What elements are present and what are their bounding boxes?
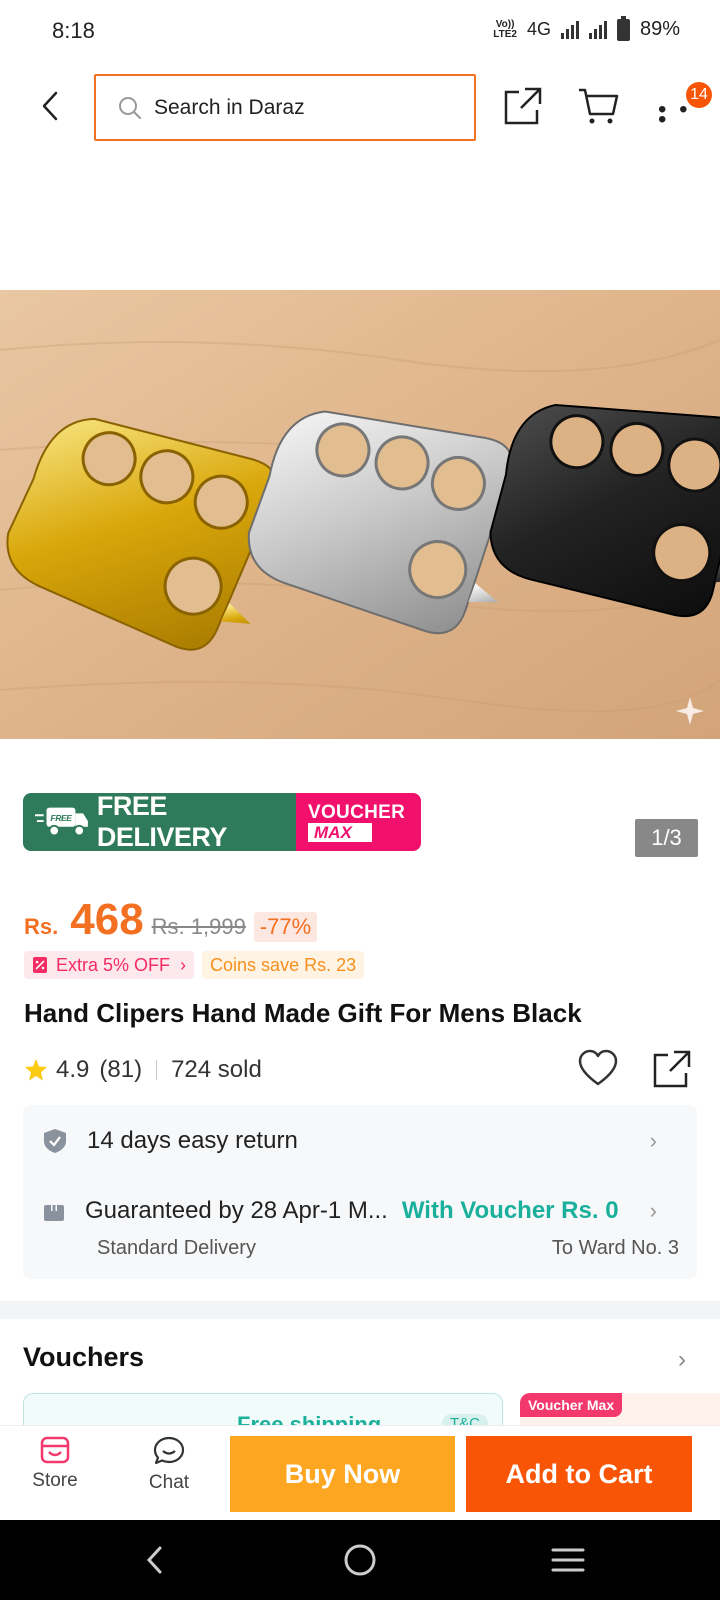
product-title: Hand Clipers Hand Made Gift For Mens Bla… <box>24 998 582 1028</box>
nav-menu-icon <box>551 1548 585 1572</box>
review-count: (81) <box>99 1056 143 1083</box>
volte-bottom-label: LTE2 <box>493 28 517 40</box>
free-label: FREE <box>50 813 72 823</box>
extra-off-label: Extra 5% OFF <box>56 954 171 975</box>
price-currency: Rs. <box>24 914 59 939</box>
truck-icon: FREE <box>35 807 88 837</box>
vouchers-more-button[interactable]: › <box>678 1346 686 1374</box>
share-product-button[interactable] <box>652 1049 692 1094</box>
coupon-icon <box>33 957 47 973</box>
battery-level: 89% <box>639 18 680 40</box>
nav-home-button[interactable] <box>330 1540 390 1580</box>
vouchers-title: Vouchers <box>23 1342 145 1372</box>
network-type: 4G <box>526 19 551 39</box>
voucher-line2: MAX <box>308 822 372 842</box>
share-icon <box>653 1050 691 1088</box>
store-button[interactable]: Store <box>15 1436 95 1492</box>
image-counter: 1/3 <box>635 819 698 857</box>
nav-home-icon <box>344 1544 376 1576</box>
product-photo <box>0 290 720 739</box>
rating-row[interactable]: 4.9 (81) 724 sold <box>24 1052 262 1088</box>
chevron-right-icon: › <box>180 954 187 975</box>
battery-icon <box>616 15 630 41</box>
chevron-right-icon: › <box>649 1128 657 1153</box>
coins-tag: Coins save Rs. 23 <box>202 951 365 979</box>
free-delivery-text: FREE DELIVERY <box>96 793 228 851</box>
sold-count: 724 sold <box>171 1056 262 1083</box>
star-icon <box>25 1059 47 1081</box>
chat-icon <box>153 1436 185 1465</box>
sparkle-icon <box>676 697 704 725</box>
volte-icon: Vo)) LTE2 <box>493 18 517 40</box>
notification-badge: 14 <box>686 82 712 108</box>
extra-off-tag[interactable]: Extra 5% OFF › <box>24 951 195 979</box>
more-button[interactable]: • • • 14 <box>650 82 712 133</box>
status-bar: 8:18 Vo)) LTE2 4G 89% <box>0 0 720 62</box>
service-card: 14 days easy return › Guaranteed by 28 A… <box>23 1105 697 1279</box>
signal-icon <box>560 20 579 39</box>
discount-badge: -77% <box>253 912 318 942</box>
shield-check-icon <box>44 1129 66 1153</box>
search-icon <box>119 96 141 119</box>
nav-back-button[interactable] <box>124 1540 184 1580</box>
more-icon: • • • <box>658 96 691 133</box>
volte-top-label: Vo)) <box>495 18 515 30</box>
add-to-cart-button[interactable]: Add to Cart <box>466 1436 692 1512</box>
cart-button[interactable] <box>574 82 622 130</box>
price-value: 468 <box>70 895 144 944</box>
promo-banner[interactable]: FREE FREE DELIVERY VOUCHER MAX <box>23 793 421 851</box>
chat-label: Chat <box>148 1472 190 1493</box>
bottom-action-bar: Store Chat Buy Now Add to Cart <box>0 1425 720 1520</box>
store-label: Store <box>32 1470 78 1491</box>
guarantee-label: Guaranteed by 28 Apr-1 M... <box>85 1197 388 1224</box>
promo-tags: Extra 5% OFF › Coins save Rs. 23 <box>24 951 365 979</box>
share-button[interactable] <box>499 82 547 130</box>
search-placeholder: Search in Daraz <box>154 95 305 119</box>
product-image[interactable] <box>0 290 720 739</box>
top-header: Search in Daraz • • • 14 <box>0 62 720 154</box>
back-arrow-icon <box>42 91 58 121</box>
delivery-row[interactable]: Guaranteed by 28 Apr-1 M... With Voucher… <box>43 1197 677 1225</box>
package-icon <box>44 1201 64 1221</box>
heart-icon <box>578 1049 618 1086</box>
share-icon <box>504 87 542 125</box>
signal-icon-2 <box>588 20 607 39</box>
back-button[interactable] <box>30 84 70 128</box>
chat-button[interactable]: Chat <box>129 1436 209 1494</box>
divider <box>156 1060 158 1080</box>
status-icons: Vo)) LTE2 4G 89% <box>493 15 680 41</box>
chevron-right-icon: › <box>649 1198 657 1223</box>
cart-icon <box>579 88 619 124</box>
delivery-type: Standard Delivery <box>97 1237 256 1259</box>
status-time: 8:18 <box>52 18 95 43</box>
rating-value: 4.9 <box>56 1056 90 1083</box>
buy-now-button[interactable]: Buy Now <box>230 1436 455 1512</box>
return-row[interactable]: 14 days easy return › <box>43 1127 677 1155</box>
voucher-delivery-label: With Voucher Rs. 0 <box>401 1197 619 1224</box>
return-label: 14 days easy return <box>87 1127 298 1154</box>
section-divider <box>0 1301 720 1319</box>
system-nav-bar <box>0 1520 720 1600</box>
voucher-line1: VOUCHER <box>308 801 406 823</box>
wishlist-button[interactable] <box>578 1049 618 1092</box>
nav-recents-button[interactable] <box>538 1540 598 1580</box>
original-price: Rs. 1,999 <box>151 914 246 939</box>
store-icon <box>40 1436 70 1464</box>
delivery-destination: To Ward No. 3 <box>551 1237 679 1259</box>
price-row: Rs. 468 Rs. 1,999 -77% <box>24 895 318 955</box>
search-input[interactable]: Search in Daraz <box>94 74 476 141</box>
nav-back-icon <box>146 1546 162 1574</box>
voucher-max-badge: VOUCHER MAX <box>296 793 421 851</box>
voucher-max-tag: Voucher Max <box>520 1393 623 1417</box>
free-delivery-badge: FREE FREE DELIVERY <box>23 793 296 851</box>
